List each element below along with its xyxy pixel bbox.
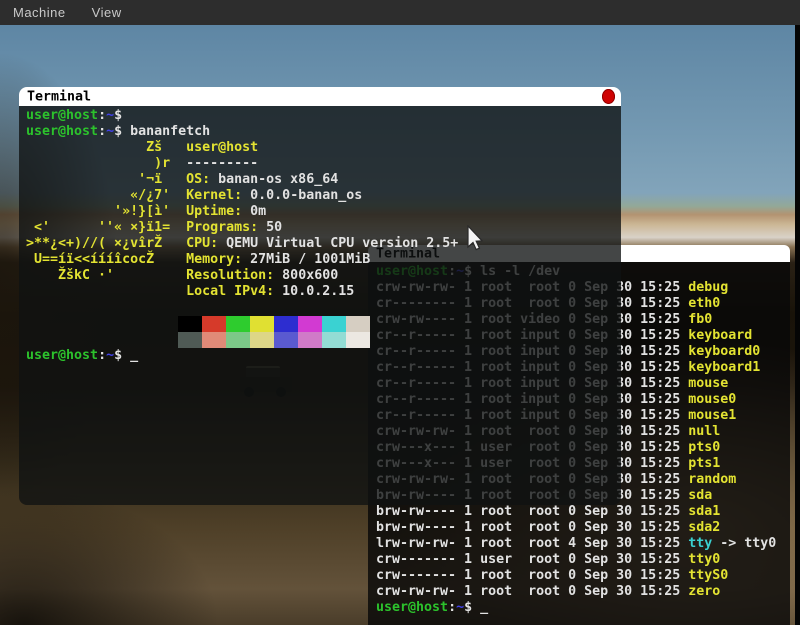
ls-row: brw-rw---- 1 root root 0 Sep 30 15:25 sd… xyxy=(376,504,790,520)
fetch-line: '»!}[ì' Uptime: 0m xyxy=(26,204,621,220)
palette-swatch xyxy=(202,316,226,332)
text-cursor: _ xyxy=(472,600,488,615)
ls-row: lrw-rw-rw- 1 root root 4 Sep 30 15:25 tt… xyxy=(376,536,790,552)
shell-prompt-line: user@host:~$ _ xyxy=(376,600,790,616)
shell-prompt-line: user@host:~$ bananfetch xyxy=(26,124,621,140)
device-name: ttyS0 xyxy=(688,568,728,583)
device-name: random xyxy=(688,472,736,487)
fetch-art-and-label: )r xyxy=(26,156,186,171)
color-palette-row-2 xyxy=(26,332,621,348)
device-name: zero xyxy=(688,584,720,599)
device-name: null xyxy=(688,424,720,439)
palette-swatch xyxy=(178,316,202,332)
device-name: sda xyxy=(688,488,712,503)
fetch-line: Local IPv4: 10.0.2.15 xyxy=(26,284,621,300)
command-text: bananfetch xyxy=(122,124,210,139)
fetch-line: >**¿<+)//( ×¿vîrŽ CPU: QEMU Virtual CPU … xyxy=(26,236,621,252)
blank-line xyxy=(26,300,621,316)
device-name: mouse0 xyxy=(688,392,736,407)
palette-swatch xyxy=(298,332,322,348)
fetch-line: Zš user@host xyxy=(26,140,621,156)
palette-swatch xyxy=(250,316,274,332)
color-palette-row-1 xyxy=(26,316,621,332)
device-name: sda2 xyxy=(688,520,720,535)
device-name: debug xyxy=(688,280,728,295)
palette-swatch xyxy=(346,316,370,332)
fetch-art-and-label: '»!}[ì' Uptime: xyxy=(26,204,242,219)
terminal-window-bananfetch[interactable]: Terminal user@host:~$user@host:~$ bananf… xyxy=(19,87,621,505)
shell-prompt-line: user@host:~$ _ xyxy=(26,348,621,364)
device-name: keyboard0 xyxy=(688,344,760,359)
prompt-path: ~ xyxy=(106,108,114,123)
prompt-path: ~ xyxy=(106,124,114,139)
menubar: MachineView xyxy=(0,0,800,25)
device-name: fb0 xyxy=(688,312,712,327)
shell-prompt-line: user@host:~$ xyxy=(26,108,621,124)
palette-swatch xyxy=(322,316,346,332)
device-name: pts0 xyxy=(688,440,720,455)
ls-row: crw------- 1 root root 0 Sep 30 15:25 tt… xyxy=(376,568,790,584)
prompt-user: user@host xyxy=(26,348,98,363)
device-name: sda1 xyxy=(688,504,720,519)
palette-swatch xyxy=(202,332,226,348)
text-cursor: _ xyxy=(122,348,138,363)
terminal1-titlebar[interactable]: Terminal xyxy=(19,87,621,106)
device-name: tty xyxy=(688,536,712,551)
prompt-path: ~ xyxy=(106,348,114,363)
fetch-art-and-label: U==íï<<íííîcocŽ Memory: xyxy=(26,252,242,267)
fetch-art-and-label: '¬ï OS: xyxy=(26,172,210,187)
ls-row: crw------- 1 user root 0 Sep 30 15:25 tt… xyxy=(376,552,790,568)
prompt-user: user@host xyxy=(26,124,98,139)
terminal1-title: Terminal xyxy=(27,89,91,104)
palette-swatch xyxy=(274,332,298,348)
device-name: keyboard1 xyxy=(688,360,760,375)
device-name: tty0 xyxy=(688,552,720,567)
fetch-art-and-label: «/¿7' Kernel: xyxy=(26,188,242,203)
terminal1-content[interactable]: user@host:~$user@host:~$ bananfetch Zš u… xyxy=(19,106,621,505)
fetch-line: )r --------- xyxy=(26,156,621,172)
fetch-art-and-label: >**¿<+)//( ×¿vîrŽ CPU: xyxy=(26,236,218,251)
device-name: mouse1 xyxy=(688,408,736,423)
device-name: pts1 xyxy=(688,456,720,471)
fetch-line: «/¿7' Kernel: 0.0.0-banan_os xyxy=(26,188,621,204)
menu-item-machine[interactable]: Machine xyxy=(0,0,79,25)
palette-swatch xyxy=(226,332,250,348)
ls-row: crw-rw-rw- 1 root root 0 Sep 30 15:25 ze… xyxy=(376,584,790,600)
fetch-line: U==íï<<íííîcocŽ Memory: 27MiB / 1001MiB xyxy=(26,252,621,268)
device-name: mouse xyxy=(688,376,728,391)
prompt-user: user@host xyxy=(376,600,448,615)
palette-swatch xyxy=(322,332,346,348)
fetch-line: <' ''« ×}ï1= Programs: 50 xyxy=(26,220,621,236)
fetch-art-and-label: Zš user@host xyxy=(26,140,258,155)
device-name: keyboard xyxy=(688,328,752,343)
fetch-art-and-label: Local IPv4: xyxy=(26,284,274,299)
palette-swatch xyxy=(226,316,250,332)
mouse-pointer-icon xyxy=(466,225,486,257)
fetch-art-and-label: ŽškC ·' Resolution: xyxy=(26,268,274,283)
screen-edge-strip xyxy=(795,25,800,625)
palette-swatch xyxy=(178,332,202,348)
palette-swatch xyxy=(250,332,274,348)
prompt-path: ~ xyxy=(456,600,464,615)
fetch-art-and-label: <' ''« ×}ï1= Programs: xyxy=(26,220,258,235)
fetch-line: '¬ï OS: banan-os x86_64 xyxy=(26,172,621,188)
palette-swatch xyxy=(346,332,370,348)
close-button[interactable] xyxy=(602,89,615,104)
palette-swatch xyxy=(298,316,322,332)
fetch-line: ŽškC ·' Resolution: 800x600 xyxy=(26,268,621,284)
ls-row: brw-rw---- 1 root root 0 Sep 30 15:25 sd… xyxy=(376,520,790,536)
menu-item-view[interactable]: View xyxy=(79,0,135,25)
prompt-user: user@host xyxy=(26,108,98,123)
palette-swatch xyxy=(274,316,298,332)
device-name: eth0 xyxy=(688,296,720,311)
